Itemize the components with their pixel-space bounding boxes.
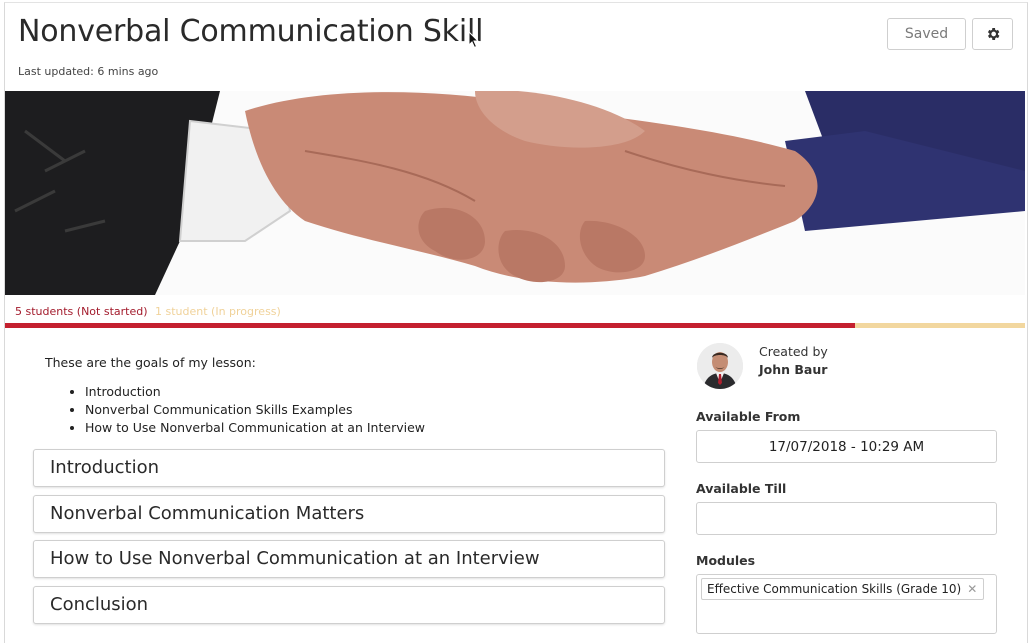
available-from-label: Available From — [696, 409, 801, 424]
avatar — [697, 343, 743, 389]
in-progress-count[interactable]: 1 student (In progress) — [155, 305, 281, 318]
mouse-cursor-icon — [468, 31, 480, 49]
progress-status: 5 students (Not started) 1 student (In p… — [15, 305, 281, 318]
author-portrait — [697, 343, 743, 389]
settings-button[interactable] — [972, 18, 1013, 50]
author-name: John Baur — [759, 362, 828, 377]
progress-segment-not-started — [5, 323, 855, 328]
available-till-field[interactable] — [696, 502, 997, 535]
remove-tag-icon[interactable]: ✕ — [967, 579, 977, 599]
goal-item: Introduction — [85, 383, 425, 401]
module-tag-label: Effective Communication Skills (Grade 10… — [707, 582, 962, 596]
cover-image — [5, 91, 1025, 295]
goal-item: Nonverbal Communication Skills Examples — [85, 401, 425, 419]
modules-field[interactable]: Effective Communication Skills (Grade 10… — [696, 574, 997, 634]
section-conclusion[interactable]: Conclusion — [33, 586, 665, 624]
progress-segment-in-progress — [855, 323, 1025, 328]
modules-label: Modules — [696, 553, 756, 568]
section-nonverbal-matters[interactable]: Nonverbal Communication Matters — [33, 495, 665, 533]
last-updated-text: Last updated: 6 mins ago — [18, 65, 159, 78]
gear-icon — [987, 28, 999, 40]
not-started-count[interactable]: 5 students (Not started) — [15, 305, 148, 318]
goal-item: How to Use Nonverbal Communication at an… — [85, 419, 425, 437]
module-tag: Effective Communication Skills (Grade 10… — [701, 578, 985, 600]
goals-intro-text: These are the goals of my lesson: — [45, 355, 256, 370]
handshake-illustration — [5, 91, 1025, 295]
student-progress-bar — [5, 323, 1025, 328]
page-title: Nonverbal Communication Skill — [18, 14, 484, 49]
created-by-label: Created by — [759, 344, 828, 359]
saved-button[interactable]: Saved — [887, 18, 966, 50]
goals-list: Introduction Nonverbal Communication Ski… — [65, 383, 425, 437]
available-till-label: Available Till — [696, 481, 787, 496]
available-from-field[interactable] — [696, 430, 997, 463]
section-introduction[interactable]: Introduction — [33, 449, 665, 487]
section-interview[interactable]: How to Use Nonverbal Communication at an… — [33, 540, 665, 578]
